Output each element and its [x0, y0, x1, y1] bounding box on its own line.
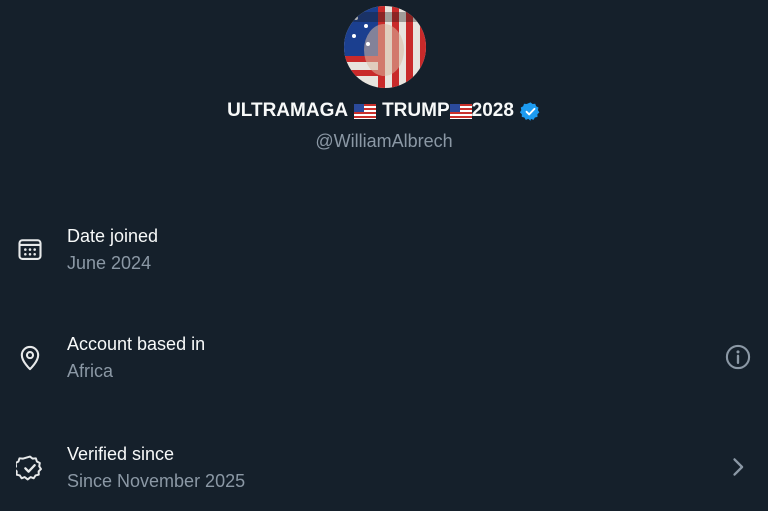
us-flag-icon: [354, 103, 377, 119]
verified-badge-icon[interactable]: [519, 101, 541, 122]
chevron-right-icon[interactable]: [724, 453, 752, 481]
info-icon[interactable]: [724, 343, 752, 371]
row-value-date-joined: June 2024: [67, 253, 152, 273]
name-part-2028: 2028: [471, 100, 514, 121]
avatar-image: [344, 6, 426, 88]
row-verified-since[interactable]: Verified since Since November 2025: [0, 440, 768, 510]
profile-avatar[interactable]: [344, 6, 426, 88]
profile-display-name: ULTRAMAGA TRUMP 2028: [0, 100, 768, 122]
row-title-account-based-in: Account based in: [67, 334, 206, 354]
name-part-ultramaga: ULTRAMAGA: [227, 100, 349, 121]
row-title-verified-since: Verified since: [67, 444, 175, 464]
location-pin-icon: [20, 345, 40, 371]
us-flag-icon: [449, 103, 472, 119]
calendar-icon: [18, 239, 42, 260]
row-account-based-in[interactable]: Account based in Africa: [0, 330, 768, 400]
row-date-joined: Date joined June 2024: [0, 222, 768, 292]
profile-handle: @WilliamAlbrech: [315, 131, 453, 151]
name-part-trump: TRUMP: [382, 100, 450, 121]
row-value-account-based-in: Africa: [67, 361, 114, 381]
row-title-date-joined: Date joined: [67, 226, 159, 246]
verified-check-icon: [16, 455, 42, 481]
row-value-verified-since: Since November 2025: [67, 471, 246, 491]
